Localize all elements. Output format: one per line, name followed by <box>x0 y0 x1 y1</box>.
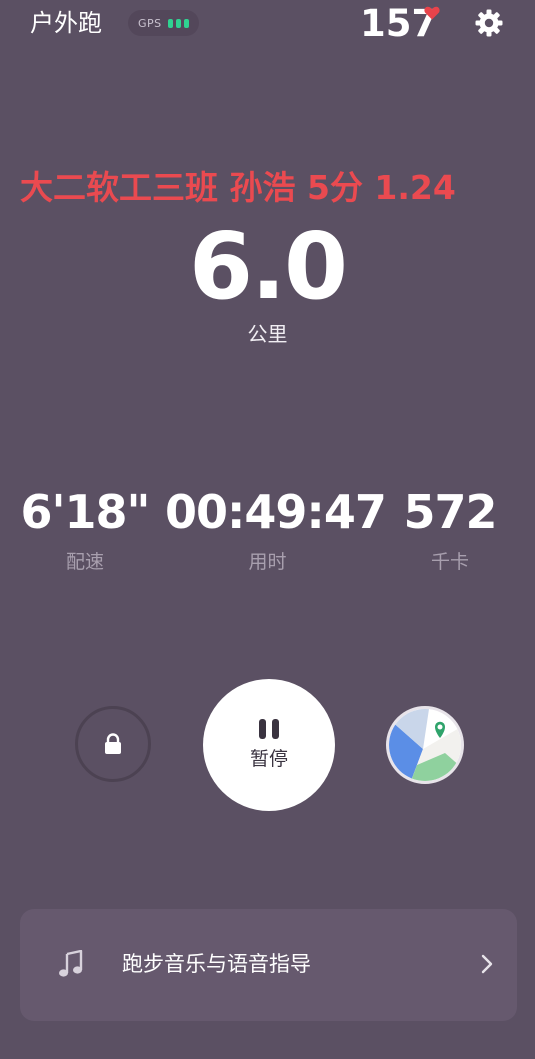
duration-label: 用时 <box>248 551 287 573</box>
calories-value: 572 <box>403 485 497 539</box>
stat-calories: 572 千卡 <box>385 482 515 576</box>
stat-pace: 6'18" 配速 <box>20 482 150 576</box>
duration-value: 00:49:47 <box>165 485 387 539</box>
lock-icon <box>105 733 121 754</box>
overlay-caption: 大二软工三班 孙浩 5分 1.24 <box>20 168 456 207</box>
music-voice-guide-card[interactable]: 跑步音乐与语音指导 <box>20 909 517 1021</box>
pace-label: 配速 <box>65 551 104 573</box>
music-note-icon <box>59 950 83 977</box>
pause-button[interactable]: 暂停 <box>203 679 335 811</box>
gear-icon[interactable] <box>474 8 504 38</box>
distance-value: 6.0 <box>189 213 348 320</box>
distance-unit: 公里 <box>247 322 288 346</box>
pace-value: 6'18" <box>20 485 150 539</box>
pause-icon <box>259 719 279 739</box>
page-title: 户外跑 <box>30 9 102 37</box>
music-card-label: 跑步音乐与语音指导 <box>122 952 311 976</box>
gps-label: GPS <box>138 16 162 30</box>
lock-button[interactable] <box>75 706 151 782</box>
gps-signal-icon <box>167 18 189 28</box>
pause-label: 暂停 <box>249 748 288 770</box>
chevron-right-icon <box>481 954 493 974</box>
map-icon <box>389 709 461 781</box>
gps-status-badge: GPS <box>128 10 199 36</box>
stat-duration: 00:49:47 用时 <box>165 482 387 576</box>
map-button[interactable] <box>386 706 464 784</box>
heart-icon <box>424 6 440 20</box>
calories-label: 千卡 <box>430 551 469 573</box>
running-screen: 户外跑 GPS 157 大二软工三班 孙浩 5分 1.24 6.0 公里 6'1… <box>0 0 535 1059</box>
